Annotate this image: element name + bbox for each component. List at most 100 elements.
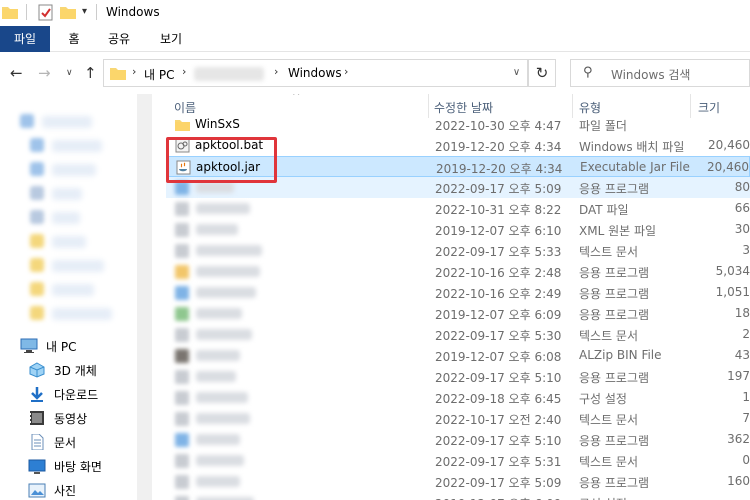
file-row[interactable]: 2022-09-17 오후 5:10 응용 프로그램 362 [166, 429, 750, 450]
nav-item-this-pc[interactable]: 내 PC [20, 336, 76, 356]
file-size: 2 [742, 327, 750, 341]
folder-icon [175, 120, 190, 131]
breadcrumb-drive[interactable] [194, 67, 264, 81]
recent-locations-icon[interactable]: ∨ [66, 68, 73, 78]
nav-item-videos[interactable]: 동영상 [28, 408, 87, 428]
nav-item-downloads[interactable]: 다운로드 [28, 384, 98, 404]
file-icon [175, 244, 189, 258]
quick-access-item[interactable] [52, 284, 94, 296]
file-size: 0 [742, 453, 750, 467]
file-row[interactable]: 2019-12-07 오후 6:09 구성 설정 [166, 492, 750, 500]
file-row[interactable]: 2019-12-07 오후 6:10 XML 원본 파일 30 [166, 219, 750, 240]
file-row[interactable]: 2019-12-07 오후 6:08 ALZip BIN File 43 [166, 345, 750, 366]
nav-item-pictures[interactable]: 사진 [28, 480, 76, 500]
nav-item-3d-objects[interactable]: 3D 개체 [28, 360, 97, 380]
customize-quick-access-icon[interactable]: ▾ [82, 6, 87, 17]
file-size: 18 [734, 306, 750, 320]
quick-access-item[interactable] [52, 140, 102, 152]
file-icon [175, 286, 189, 300]
file-row[interactable]: 2022-09-17 오후 5:31 텍스트 문서 0 [166, 450, 750, 471]
file-row[interactable]: 2022-10-17 오전 2:40 텍스트 문서 7 [166, 408, 750, 429]
file-row[interactable]: 2022-10-16 오후 2:49 응용 프로그램 1,051 [166, 282, 750, 303]
quick-access-item[interactable] [52, 308, 112, 320]
file-icon [175, 433, 189, 447]
tab-file[interactable]: 파일 [0, 26, 50, 52]
quick-access-icon [20, 114, 34, 128]
file-name-redacted [196, 182, 234, 193]
file-row[interactable]: 2022-09-17 오후 5:09 응용 프로그램 160 [166, 471, 750, 492]
download-icon [31, 387, 43, 402]
blurred-item-icon [30, 186, 44, 200]
nav-item-desktop[interactable]: 바탕 화면 [28, 456, 102, 476]
file-icon [175, 181, 189, 195]
file-size: 197 [727, 369, 750, 383]
back-arrow-icon[interactable]: ← [10, 64, 23, 82]
file-size: 3 [742, 243, 750, 257]
chevron-right-icon[interactable]: › [132, 65, 136, 78]
file-size: 1,051 [715, 285, 750, 299]
file-icon [175, 328, 189, 342]
file-row[interactable]: 2022-09-17 오후 5:30 텍스트 문서 2 [166, 324, 750, 345]
nav-label: 바탕 화면 [54, 459, 102, 474]
file-row[interactable]: 2019-12-07 오후 6:09 응용 프로그램 18 [166, 303, 750, 324]
search-placeholder: Windows 검색 [611, 68, 691, 82]
file-name-redacted [196, 413, 250, 424]
file-date: 2019-12-07 오후 6:09 [435, 495, 561, 500]
quick-access-item[interactable] [52, 212, 80, 224]
file-name-redacted [196, 329, 252, 340]
tab-share[interactable]: 공유 [100, 26, 138, 52]
file-type: 응용 프로그램 [579, 371, 650, 385]
file-type: 텍스트 문서 [579, 455, 639, 469]
file-type: Windows 배치 파일 [579, 140, 685, 154]
forward-arrow-icon[interactable]: → [38, 64, 51, 82]
up-arrow-icon[interactable]: ↑ [84, 64, 97, 82]
address-bar[interactable]: › 내 PC › › Windows › ∨ [103, 59, 528, 87]
quick-access-item[interactable] [52, 188, 82, 200]
nav-item-documents[interactable]: 문서 [28, 432, 76, 452]
video-icon [30, 411, 44, 425]
chevron-right-icon[interactable]: › [274, 65, 278, 78]
new-folder-icon[interactable] [60, 5, 76, 19]
file-icon [175, 391, 189, 405]
navigation-scrollbar[interactable] [137, 94, 152, 500]
properties-icon[interactable] [38, 4, 53, 21]
quick-access-item[interactable] [52, 260, 104, 272]
file-row[interactable]: 2022-09-17 오후 5:33 텍스트 문서 3 [166, 240, 750, 261]
tab-home[interactable]: 홈 [60, 26, 88, 52]
quick-access-item[interactable] [52, 164, 96, 176]
file-icon [175, 496, 189, 500]
refresh-icon[interactable]: ↻ [528, 59, 556, 87]
folder-icon [2, 7, 18, 19]
file-date: 2022-10-16 오후 2:48 [435, 266, 562, 280]
file-date: 2022-09-17 오후 5:09 [435, 182, 562, 196]
breadcrumb-this-pc[interactable]: 내 PC [144, 66, 174, 83]
file-type: 텍스트 문서 [579, 245, 639, 259]
file-type: 응용 프로그램 [579, 182, 650, 196]
file-icon [175, 412, 189, 426]
file-row[interactable]: 2022-09-18 오후 6:45 구성 설정 1 [166, 387, 750, 408]
file-row[interactable]: 2022-10-16 오후 2:48 응용 프로그램 5,034 [166, 261, 750, 282]
tab-view[interactable]: 보기 [152, 26, 190, 52]
chevron-right-icon[interactable]: › [182, 65, 186, 78]
file-row[interactable]: 2022-10-31 오후 8:22 DAT 파일 66 [166, 198, 750, 219]
quick-access-item[interactable] [42, 116, 92, 128]
quick-access-item[interactable] [52, 236, 86, 248]
file-name-redacted [196, 476, 240, 487]
blurred-item-icon [30, 306, 44, 320]
blurred-item-icon [30, 162, 44, 176]
blurred-item-icon [30, 234, 44, 248]
file-size: 30 [734, 222, 750, 236]
divider [96, 4, 97, 20]
file-date: 2022-09-17 오후 5:09 [435, 476, 562, 490]
file-type: Executable Jar File [580, 160, 690, 174]
file-icon [175, 475, 189, 489]
file-row[interactable]: 2022-09-17 오후 5:10 응용 프로그램 197 [166, 366, 750, 387]
file-row[interactable]: WinSxS 2022-10-30 오후 4:47 파일 폴더 [166, 114, 750, 135]
breadcrumb-windows[interactable]: Windows [288, 66, 342, 80]
file-name-redacted [196, 308, 242, 319]
chevron-right-icon[interactable]: › [344, 65, 348, 78]
nav-label: 사진 [54, 483, 77, 498]
file-name-redacted [196, 245, 262, 256]
chevron-down-icon[interactable]: ∨ [505, 60, 527, 86]
search-input[interactable]: ⚲ Windows 검색 [570, 59, 750, 87]
